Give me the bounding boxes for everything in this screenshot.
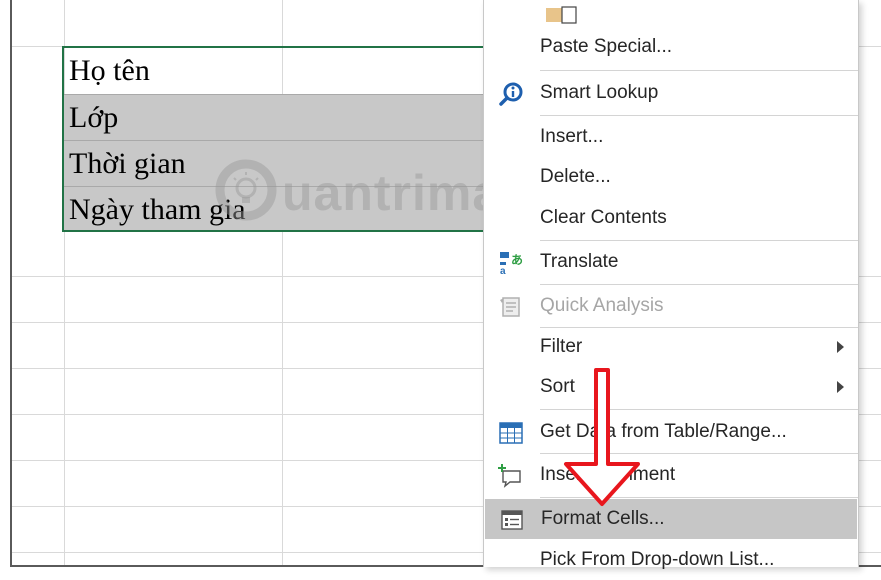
menu-label: Pick From Drop-down List... (540, 549, 775, 570)
menu-label: Translate (540, 251, 619, 272)
menu-item-delete[interactable]: Delete... (484, 157, 858, 197)
menu-label: Sort (540, 376, 575, 397)
paste-options-icon[interactable] (546, 4, 580, 26)
cell-a1[interactable]: Họ tên (64, 48, 514, 94)
table-icon (499, 422, 523, 444)
cell-a4[interactable]: Ngày tham gia (64, 186, 514, 232)
submenu-arrow-icon (837, 381, 844, 393)
smart-lookup-icon (499, 82, 523, 106)
menu-label: Insert... (540, 126, 604, 147)
menu-separator (540, 70, 858, 71)
menu-item-translate[interactable]: a あ Translate (484, 242, 858, 282)
menu-label: Insert Comment (540, 464, 676, 485)
menu-separator (540, 284, 858, 285)
menu-label: Quick Analysis (540, 295, 664, 316)
menu-item-format-cells[interactable]: Format Cells... (485, 499, 857, 539)
menu-item-insert[interactable]: Insert... (484, 117, 858, 157)
menu-label: Get Data from Table/Range... (540, 421, 787, 442)
format-cells-icon (501, 510, 523, 530)
quick-analysis-icon (500, 297, 520, 317)
submenu-arrow-icon (837, 341, 844, 353)
menu-item-sort[interactable]: Sort (484, 367, 858, 407)
menu-separator (540, 409, 858, 410)
context-menu: Paste Special... Smart Lookup Insert... … (483, 0, 859, 570)
cell-a2[interactable]: Lớp (64, 94, 514, 140)
menu-separator (540, 453, 858, 454)
translate-icon: a あ (500, 252, 523, 276)
menu-item-get-data[interactable]: Get Data from Table/Range... (484, 412, 858, 452)
menu-separator (540, 240, 858, 241)
svg-text:a: a (500, 266, 506, 276)
menu-item-quick-analysis: Quick Analysis (484, 286, 858, 326)
svg-text:あ: あ (511, 253, 523, 267)
menu-item-smart-lookup[interactable]: Smart Lookup (484, 73, 858, 113)
menu-item-filter[interactable]: Filter (484, 327, 858, 367)
menu-item-pick-from-list[interactable]: Pick From Drop-down List... (484, 540, 858, 580)
menu-item-paste-special[interactable]: Paste Special... (484, 27, 858, 67)
comment-icon (498, 464, 521, 488)
menu-label: Clear Contents (540, 207, 667, 228)
menu-separator (540, 115, 858, 116)
cell-a3[interactable]: Thời gian (64, 140, 514, 186)
menu-item-clear-contents[interactable]: Clear Contents (484, 198, 858, 238)
menu-label: Paste Special... (540, 36, 673, 57)
menu-separator (540, 497, 858, 498)
menu-label: Delete... (540, 166, 611, 187)
menu-label: Smart Lookup (540, 82, 659, 103)
menu-label: Filter (540, 336, 583, 357)
menu-label: Format Cells... (541, 508, 665, 529)
menu-item-insert-comment[interactable]: Insert Comment (484, 455, 858, 495)
